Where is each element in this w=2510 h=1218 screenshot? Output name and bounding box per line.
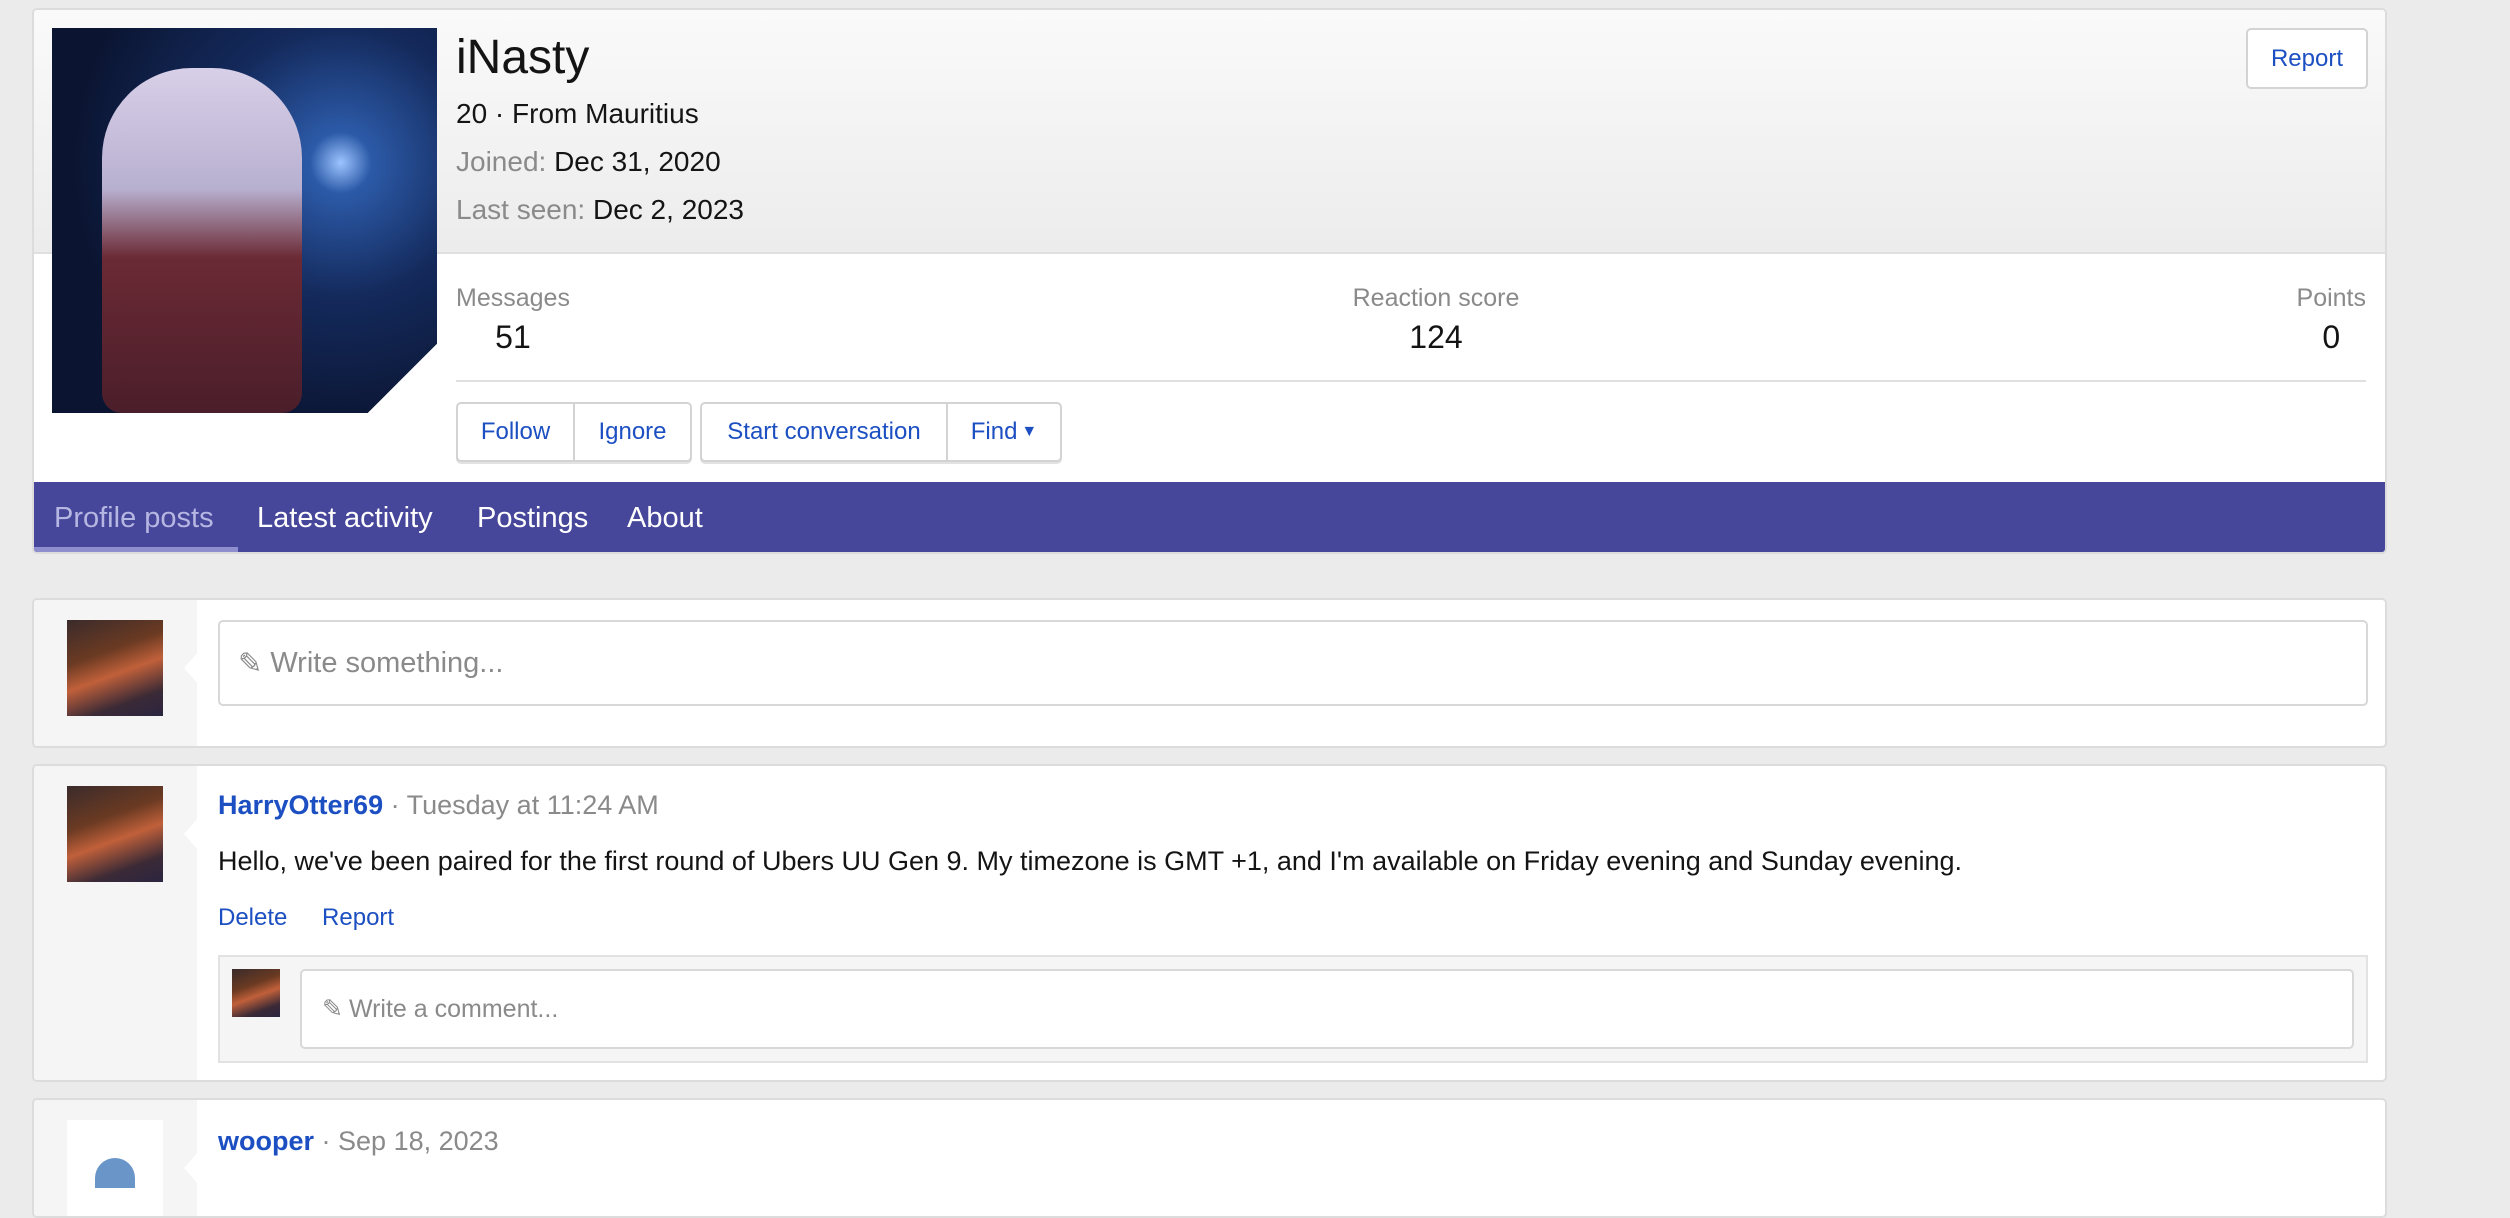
comment-area: ✎ Write a comment...: [218, 955, 2368, 1063]
stats-divider: [456, 380, 2366, 382]
post-separator: ·: [390, 790, 407, 820]
profile-joined: Joined: Dec 31, 2020: [456, 146, 721, 178]
post-actions: Delete Report: [218, 904, 394, 932]
write-comment-placeholder: Write a comment...: [348, 994, 559, 1023]
post-separator: ·: [321, 1126, 339, 1156]
profile-tabs: Profile posts Latest activity Postings A…: [34, 482, 2385, 552]
stat-reaction-score: Reaction score 124: [1286, 284, 1586, 356]
wooper-avatar-figure: [95, 1158, 135, 1188]
write-something-placeholder: Write something...: [270, 646, 504, 679]
caret-down-icon: ▼: [1021, 423, 1038, 440]
profile-card: iNasty 20 · From Mauritius Joined: Dec 3…: [32, 8, 2387, 554]
last-seen-label: Last seen:: [456, 194, 586, 225]
post-time-link[interactable]: Sep 18, 2023: [338, 1126, 499, 1156]
write-comment-input[interactable]: ✎ Write a comment...: [300, 969, 2354, 1049]
stat-value: 0: [2322, 319, 2341, 355]
report-post-link[interactable]: Report: [322, 904, 394, 931]
report-profile-button[interactable]: Report: [2246, 28, 2368, 89]
pencil-icon: ✎: [238, 647, 263, 680]
ignore-button[interactable]: Ignore: [575, 404, 690, 460]
joined-label: Joined:: [456, 146, 547, 177]
write-something-input[interactable]: ✎ Write something...: [218, 620, 2368, 706]
composer-pointer: [184, 652, 198, 684]
tab-postings[interactable]: Postings: [477, 482, 588, 552]
post-author-link[interactable]: wooper: [218, 1126, 314, 1156]
stat-label: Reaction score: [1352, 284, 1520, 312]
stat-points: Points 0: [2297, 284, 2366, 356]
joined-value: Dec 31, 2020: [554, 146, 721, 177]
tab-label: Profile posts: [54, 501, 214, 534]
comment-user-avatar[interactable]: [232, 969, 280, 1017]
stat-label: Messages: [456, 284, 570, 312]
pencil-icon: ✎: [322, 995, 343, 1023]
stat-value: 51: [495, 319, 531, 355]
find-label: Find: [970, 418, 1018, 445]
post-time-link[interactable]: Tuesday at 11:24 AM: [407, 790, 659, 820]
start-conversation-button[interactable]: Start conversation: [702, 404, 948, 460]
tab-about[interactable]: About: [627, 482, 703, 552]
post-author-link[interactable]: HarryOtter69: [218, 790, 383, 820]
post-author-avatar[interactable]: [67, 786, 163, 882]
post-pointer: [184, 818, 198, 850]
profile-last-seen: Last seen: Dec 2, 2023: [456, 194, 744, 226]
tab-profile-posts[interactable]: Profile posts: [34, 482, 238, 552]
tab-latest-activity[interactable]: Latest activity: [257, 482, 433, 552]
delete-post-link[interactable]: Delete: [218, 904, 287, 931]
stat-label: Points: [2296, 284, 2366, 312]
post-body: Hello, we've been paired for the first r…: [218, 846, 1962, 876]
post-header: wooper · Sep 18, 2023: [218, 1126, 499, 1157]
follow-button[interactable]: Follow: [458, 404, 575, 460]
last-seen-value: Dec 2, 2023: [592, 194, 744, 225]
post-pointer: [184, 1152, 198, 1184]
post-header: HarryOtter69 · Tuesday at 11:24 AM: [218, 790, 659, 821]
profile-post: wooper · Sep 18, 2023: [32, 1098, 2387, 1218]
current-user-avatar[interactable]: [67, 620, 163, 716]
profile-avatar[interactable]: [52, 28, 437, 413]
active-tab-underline: [34, 547, 238, 552]
profile-username: iNasty: [456, 31, 590, 84]
follow-ignore-group: Follow Ignore: [456, 402, 692, 462]
stat-value: 124: [1409, 319, 1463, 355]
profile-post: HarryOtter69 · Tuesday at 11:24 AM Hello…: [32, 764, 2387, 1082]
profile-post-composer: ✎ Write something...: [32, 598, 2387, 748]
stat-messages: Messages 51: [456, 284, 570, 356]
avatar-figure: [102, 68, 302, 413]
profile-age-location: 20 · From Mauritius: [456, 98, 699, 129]
conversation-find-group: Start conversation Find ▼: [700, 402, 1062, 462]
find-button[interactable]: Find ▼: [948, 404, 1060, 460]
post-author-avatar[interactable]: [67, 1120, 163, 1216]
